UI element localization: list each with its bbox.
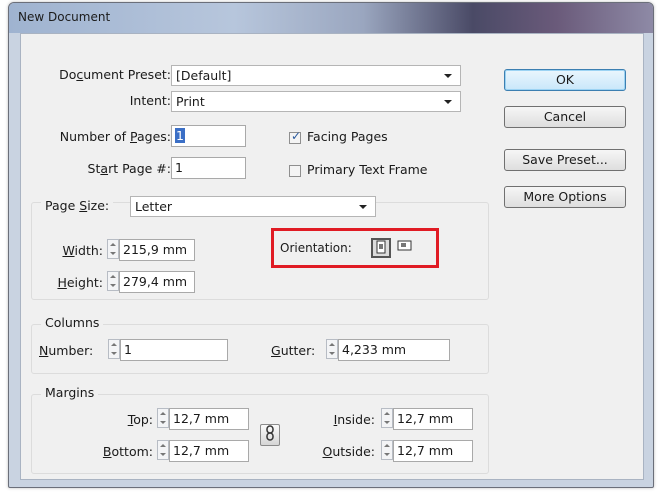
- margin-top-value: 12,7 mm: [173, 411, 230, 426]
- dialog-body: Document Preset: [Default] Intent: Print…: [20, 33, 644, 480]
- spin-down-icon: [111, 352, 117, 355]
- preset-value: [Default]: [176, 68, 232, 83]
- pages-label: Number of Pages:: [59, 129, 171, 144]
- margin-bottom-spinner[interactable]: [157, 440, 169, 460]
- spin-down-icon: [110, 284, 116, 287]
- columns-title: Columns: [41, 315, 104, 330]
- new-document-dialog: New Document Document Preset: [Default] …: [8, 2, 654, 488]
- spin-up-icon: [329, 343, 335, 346]
- spin-up-icon: [160, 412, 166, 415]
- spin-down-icon: [384, 421, 390, 424]
- margin-outside-value: 12,7 mm: [397, 443, 454, 458]
- start-page-label: Start Page #:: [87, 161, 171, 176]
- spin-up-icon: [110, 275, 116, 278]
- height-label: Height:: [57, 275, 103, 290]
- margin-outside-spinner[interactable]: [381, 440, 393, 460]
- landscape-page-icon[interactable]: [395, 238, 415, 258]
- spin-down-icon: [384, 453, 390, 456]
- width-value: 215,9 mm: [123, 242, 188, 257]
- margin-inside-label: Inside:: [333, 412, 375, 427]
- facing-pages-checkbox[interactable]: ✓: [289, 129, 302, 144]
- margin-top-input[interactable]: 12,7 mm: [169, 408, 249, 430]
- landscape-page-glyph: [397, 240, 412, 251]
- check-icon: ✓: [291, 129, 302, 143]
- margin-bottom-label: Bottom:: [102, 444, 153, 459]
- cancel-button[interactable]: Cancel: [504, 106, 626, 128]
- margin-bottom-value: 12,7 mm: [173, 443, 230, 458]
- spin-down-icon: [160, 453, 166, 456]
- start-page-value: 1: [175, 160, 183, 175]
- spin-down-icon: [329, 352, 335, 355]
- height-value: 279,4 mm: [123, 274, 188, 289]
- columns-number-input[interactable]: 1: [120, 339, 228, 361]
- gutter-value: 4,233 mm: [342, 342, 407, 357]
- columns-number-value: 1: [124, 342, 132, 357]
- chain-link-glyph: [266, 425, 274, 441]
- chevron-down-icon: [444, 100, 452, 104]
- margin-outside-input[interactable]: 12,7 mm: [393, 440, 473, 462]
- spin-down-icon: [110, 252, 116, 255]
- intent-value: Print: [176, 94, 205, 109]
- margin-inside-value: 12,7 mm: [397, 411, 454, 426]
- columns-number-spinner[interactable]: [108, 339, 120, 359]
- more-options-button[interactable]: More Options: [504, 186, 626, 208]
- primary-text-frame-checkbox[interactable]: [289, 165, 301, 177]
- chain-link-icon[interactable]: [260, 424, 280, 446]
- width-label: Width:: [62, 243, 103, 258]
- width-input[interactable]: 215,9 mm: [119, 239, 195, 261]
- margin-inside-spinner[interactable]: [381, 408, 393, 428]
- height-input[interactable]: 279,4 mm: [119, 271, 195, 293]
- page-size-dropdown[interactable]: Letter: [130, 196, 376, 217]
- height-spinner[interactable]: [107, 271, 119, 291]
- pages-value: 1: [175, 128, 185, 143]
- spin-up-icon: [384, 412, 390, 415]
- spin-up-icon: [384, 444, 390, 447]
- save-preset-button[interactable]: Save Preset...: [504, 149, 626, 171]
- window-title: New Document: [18, 10, 111, 24]
- intent-dropdown[interactable]: Print: [171, 91, 461, 112]
- page-size-value: Letter: [135, 199, 173, 214]
- chevron-down-icon: [444, 74, 452, 78]
- spin-up-icon: [160, 444, 166, 447]
- page-size-label: Page Size:: [41, 198, 114, 213]
- gutter-input[interactable]: 4,233 mm: [338, 339, 450, 361]
- margin-inside-input[interactable]: 12,7 mm: [393, 408, 473, 430]
- facing-pages-label: Facing Pages: [307, 129, 388, 144]
- margins-title: Margins: [41, 385, 99, 400]
- start-page-input[interactable]: 1: [171, 157, 246, 179]
- pages-input[interactable]: 1: [171, 125, 246, 147]
- orientation-label: Orientation:: [280, 241, 352, 255]
- spin-up-icon: [110, 243, 116, 246]
- spin-up-icon: [111, 343, 117, 346]
- margin-outside-label: Outside:: [322, 444, 376, 459]
- gutter-label: Gutter:: [271, 343, 316, 358]
- columns-number-label: Number:: [39, 343, 94, 358]
- title-bar[interactable]: New Document: [9, 3, 653, 33]
- chevron-down-icon: [359, 205, 367, 209]
- width-spinner[interactable]: [107, 239, 119, 259]
- margin-top-spinner[interactable]: [157, 408, 169, 428]
- preset-label: Document Preset:: [59, 67, 171, 82]
- portrait-page-glyph: [376, 240, 386, 254]
- spin-down-icon: [160, 421, 166, 424]
- intent-label: Intent:: [129, 93, 171, 108]
- primary-text-frame-label: Primary Text Frame: [307, 162, 428, 177]
- portrait-page-icon[interactable]: [371, 238, 391, 258]
- margin-top-label: Top:: [127, 412, 153, 427]
- margin-bottom-input[interactable]: 12,7 mm: [169, 440, 249, 462]
- gutter-spinner[interactable]: [326, 339, 338, 359]
- preset-dropdown[interactable]: [Default]: [171, 65, 461, 86]
- ok-button[interactable]: OK: [504, 69, 626, 91]
